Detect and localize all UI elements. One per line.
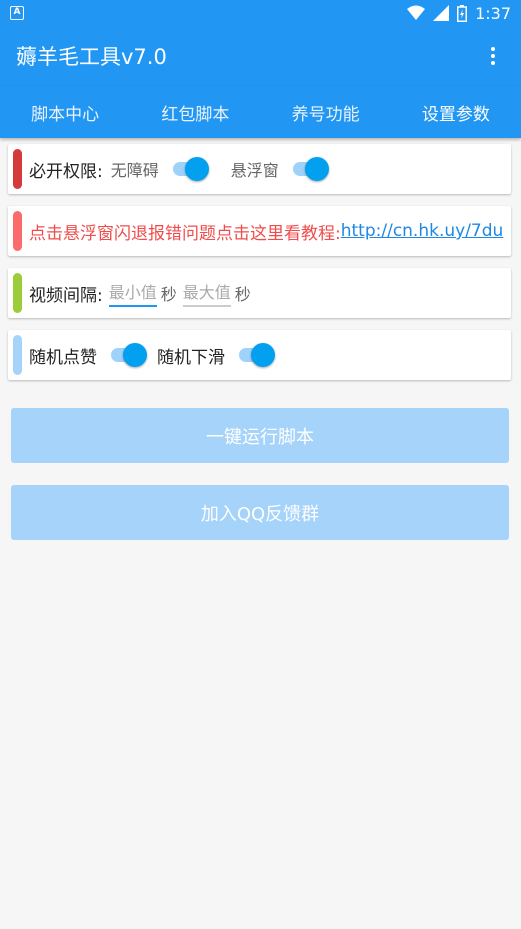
status-bar: A 1:37 [0, 0, 521, 26]
accent-bar [13, 149, 22, 189]
min-unit-label: 秒 [160, 285, 177, 304]
cell-signal-icon [433, 5, 450, 21]
tab-red-packet-script[interactable]: 红包脚本 [130, 86, 260, 138]
app-bar: 薅羊毛工具v7.0 [0, 26, 521, 86]
tab-script-center[interactable]: 脚本中心 [0, 86, 130, 138]
overlay-label: 悬浮窗 [230, 161, 279, 180]
random-scroll-label: 随机下滑 [157, 347, 225, 368]
max-unit-label: 秒 [234, 285, 251, 304]
min-interval-input[interactable]: 最小值 [108, 279, 157, 307]
permissions-label: 必开权限: [29, 161, 103, 182]
battery-icon [457, 4, 468, 22]
tab-settings[interactable]: 设置参数 [391, 86, 521, 138]
join-qq-group-button[interactable]: 加入QQ反馈群 [11, 485, 509, 540]
tutorial-link[interactable]: http://cn.hk.uy/7du [341, 221, 504, 241]
accent-bar [13, 273, 22, 313]
video-interval-card: 视频间隔: 最小值 秒 最大值 秒 [8, 268, 511, 318]
accent-bar [13, 335, 22, 375]
random-like-label: 随机点赞 [29, 347, 97, 368]
random-like-toggle[interactable] [109, 343, 147, 367]
overlay-toggle[interactable] [291, 157, 329, 181]
clock: 1:37 [475, 3, 511, 23]
accessibility-label: 无障碍 [110, 161, 159, 180]
settings-content: 必开权限: 无障碍 悬浮窗 点击悬浮窗闪退报错问题点击这里看教程: http://… [0, 138, 521, 380]
accessibility-toggle[interactable] [171, 157, 209, 181]
video-interval-label: 视频间隔: [29, 285, 103, 306]
more-options-icon[interactable] [481, 44, 505, 68]
help-notice-text: 点击悬浮窗闪退报错问题点击这里看教程: [29, 223, 341, 244]
accent-bar [13, 211, 22, 251]
random-actions-card: 随机点赞 随机下滑 [8, 330, 511, 380]
run-script-button[interactable]: 一键运行脚本 [11, 408, 509, 463]
tab-account-nurture[interactable]: 养号功能 [261, 86, 391, 138]
tab-bar: 脚本中心 红包脚本 养号功能 设置参数 [0, 86, 521, 138]
max-interval-input[interactable]: 最大值 [182, 279, 231, 307]
permissions-card: 必开权限: 无障碍 悬浮窗 [8, 144, 511, 194]
wifi-icon [407, 5, 426, 20]
app-title: 薅羊毛工具v7.0 [16, 45, 167, 69]
app-notification-icon: A [10, 6, 24, 20]
help-notice-card: 点击悬浮窗闪退报错问题点击这里看教程: http://cn.hk.uy/7du [8, 206, 511, 256]
random-scroll-toggle[interactable] [237, 343, 275, 367]
